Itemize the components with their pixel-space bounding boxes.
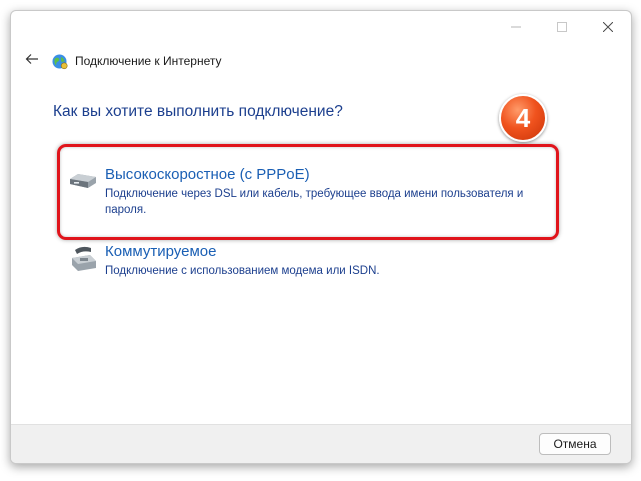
broadband-modem-icon (67, 166, 99, 196)
window-controls (493, 11, 631, 43)
network-globe-icon (51, 53, 68, 70)
option-text: Высокоскоростное (с PPPoE) Подключение ч… (105, 166, 523, 218)
close-icon (603, 22, 613, 32)
window-header: Подключение к Интернету (21, 51, 222, 71)
page-question: Как вы хотите выполнить подключение? (53, 103, 343, 120)
connection-wizard-window: Подключение к Интернету Как вы хотите вы… (10, 10, 632, 464)
option-text: Коммутируемое Подключение с использовани… (105, 243, 380, 279)
option-description: Подключение с использованием модема или … (105, 265, 380, 277)
option-description: Подключение через DSL или кабель, требую… (105, 186, 523, 218)
option-description-line: пароля. (105, 204, 147, 216)
step-badge: 4 (499, 94, 547, 142)
window-title: Подключение к Интернету (75, 54, 222, 68)
back-button[interactable] (21, 51, 43, 71)
dialup-phone-icon (67, 243, 99, 273)
maximize-button[interactable] (539, 11, 585, 43)
cancel-button[interactable]: Отмена (539, 433, 611, 455)
minimize-button[interactable] (493, 11, 539, 43)
option-title[interactable]: Высокоскоростное (с PPPoE) (105, 166, 523, 184)
close-button[interactable] (585, 11, 631, 43)
arrow-left-icon (25, 52, 39, 70)
minimize-icon (511, 22, 521, 32)
option-dialup[interactable]: Коммутируемое Подключение с использовани… (67, 243, 547, 279)
option-title[interactable]: Коммутируемое (105, 243, 380, 261)
dialog-footer: Отмена (11, 424, 631, 463)
option-broadband-pppoe[interactable]: Высокоскоростное (с PPPoE) Подключение ч… (67, 166, 547, 218)
option-description-line: Подключение через DSL или кабель, требую… (105, 188, 524, 200)
maximize-icon (557, 22, 567, 32)
